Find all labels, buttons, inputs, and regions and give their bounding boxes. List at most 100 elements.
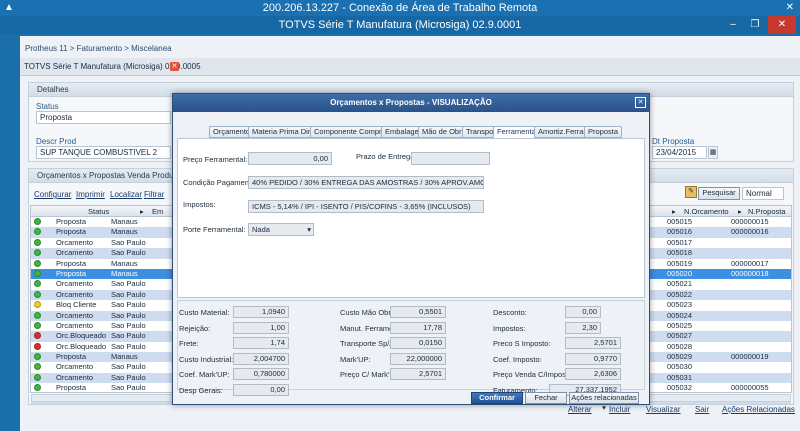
cell-n-orcamento: 005018 <box>667 248 693 258</box>
porte-value: Nada <box>252 225 270 234</box>
total-label: Custo Material: <box>179 308 230 317</box>
imprimir-link[interactable]: Imprimir <box>76 190 105 199</box>
prazo-entrega-field[interactable] <box>411 152 490 165</box>
col-n-orcamento[interactable]: N.Orcamento <box>684 207 729 216</box>
total-label: Custo Industrial: <box>179 354 234 364</box>
pin-icon[interactable]: ▲ <box>4 0 14 16</box>
total-label: Frete: <box>179 339 199 348</box>
search-options-icon[interactable]: ✎ <box>685 186 697 198</box>
cell-em: Sao Paulo <box>111 279 146 289</box>
alterar-link[interactable]: Alterar <box>568 405 592 414</box>
status-dot-icon <box>34 321 41 329</box>
total-label: Coef. Imposto: <box>493 354 542 364</box>
total-value[interactable]: 2,5701 <box>565 337 621 349</box>
impostos-field[interactable]: ICMS - 5,14% / IPI - ISENTO / PIS/COFINS… <box>248 200 484 213</box>
total-label: Desp Gerais: <box>179 385 223 395</box>
cell-em: Sao Paulo <box>111 289 146 299</box>
condicao-field[interactable]: 40% PEDIDO / 30% ENTREGA DAS AMOSTRAS / … <box>248 176 484 189</box>
status-dot-icon <box>34 228 41 236</box>
tab-proposta[interactable]: Proposta <box>584 126 623 138</box>
remote-desktop-bar: 200.206.13.227 - Conexão de Área de Trab… <box>0 0 800 16</box>
sair-link[interactable]: Sair <box>695 405 709 414</box>
visualizar-link[interactable]: Visualizar <box>646 405 681 414</box>
cell-n-proposta: 000000017 <box>731 258 769 268</box>
modal-close-icon[interactable]: ✕ <box>635 97 646 108</box>
total-value[interactable]: 0,9770 <box>565 352 621 365</box>
cell-n-orcamento: 005024 <box>667 310 693 320</box>
cell-n-orcamento: 005031 <box>667 372 693 382</box>
cell-em: Sao Paulo <box>111 372 146 382</box>
preco-ferramental-label: Preço Ferramental: <box>183 155 248 164</box>
cell-n-orcamento: 005029 <box>667 352 693 362</box>
status-dot-icon <box>34 363 41 371</box>
search-mode-select[interactable]: Normal <box>742 187 784 200</box>
col-em[interactable]: Em <box>152 207 163 216</box>
acoes-label: Ações relacionadas <box>571 393 637 402</box>
col-sort-icon[interactable]: ▸ <box>140 207 144 216</box>
cell-status: Proposta <box>56 227 87 237</box>
breadcrumb: Protheus 11 > Faturamento > Miscelanea <box>25 44 172 53</box>
minimize-icon[interactable]: – <box>722 16 744 34</box>
cell-em: Manaus <box>111 352 138 362</box>
col-orc-sort-icon[interactable]: ▸ <box>672 207 676 216</box>
status-dot-icon <box>34 238 41 246</box>
total-value[interactable]: 2,30 <box>565 321 601 334</box>
total-value[interactable]: 2,6306 <box>565 368 621 380</box>
cell-em: Manaus <box>111 268 138 278</box>
cell-n-proposta: 000000019 <box>731 352 769 362</box>
col-status[interactable]: Status <box>88 207 109 216</box>
cell-n-orcamento: 005032 <box>667 383 693 393</box>
porte-select[interactable]: Nada ▾ <box>248 223 314 236</box>
total-value[interactable]: 1,0940 <box>233 306 289 318</box>
total-label: Preco S Imposto: <box>493 339 551 348</box>
incluir-link[interactable]: Incluir <box>609 405 630 414</box>
total-value[interactable]: 0,00 <box>233 383 289 396</box>
localizar-link[interactable]: Localizar <box>110 190 142 199</box>
maximize-icon[interactable]: ❐ <box>744 16 766 34</box>
descr-field[interactable]: SUP TANQUE COMBUSTIVEL 2 <box>36 146 171 159</box>
filtrar-link[interactable]: Filtrar <box>144 190 164 199</box>
cell-status: Orcamento <box>56 320 94 330</box>
cell-em: Sao Paulo <box>111 310 146 320</box>
configurar-link[interactable]: Configurar <box>34 190 71 199</box>
remote-title: 200.206.13.227 - Conexão de Área de Trab… <box>262 2 538 14</box>
total-value[interactable]: 1,00 <box>233 321 289 334</box>
preco-ferramental-field[interactable]: 0,00 <box>248 152 332 165</box>
total-value[interactable]: 0,780000 <box>233 368 289 380</box>
porte-label: Porte Ferramental: <box>183 225 246 234</box>
status-dot-icon <box>34 373 41 381</box>
acoes-relacionadas-link[interactable]: Ações Relacionadas <box>722 405 795 414</box>
confirmar-button[interactable]: Confirmar <box>471 392 523 404</box>
total-value[interactable]: 17,78 <box>390 321 446 334</box>
pesquisar-button[interactable]: Pesquisar <box>698 187 740 200</box>
tab-close-icon[interactable]: ✕ <box>170 62 179 71</box>
acoes-relacionadas-button[interactable]: Ações relacionadas ▾ <box>569 392 639 412</box>
rdp-close-icon[interactable]: ✕ <box>786 0 794 16</box>
total-value[interactable]: 1,74 <box>233 337 289 349</box>
col-n-proposta[interactable]: N.Proposta <box>748 207 786 216</box>
cell-n-orcamento: 005021 <box>667 279 693 289</box>
status-dot-icon <box>34 249 41 257</box>
descr-label: Descr Prod <box>36 137 77 146</box>
status-dot-icon <box>34 384 41 392</box>
total-value[interactable]: 2,004700 <box>233 352 289 365</box>
total-value[interactable]: 0,0150 <box>390 337 446 349</box>
col-prop-sort-icon[interactable]: ▸ <box>738 207 742 216</box>
total-value[interactable]: 2,5701 <box>390 368 446 380</box>
fechar-button[interactable]: Fechar <box>525 392 567 404</box>
ferramental-modal: Orçamentos x Propostas - VISUALIZAÇÃO ✕ … <box>172 93 650 412</box>
status-dot-icon <box>34 311 41 319</box>
status-dot-icon <box>34 280 41 288</box>
total-value[interactable]: 0,00 <box>565 306 601 318</box>
status-dot-icon <box>34 269 41 277</box>
cell-em: Manaus <box>111 217 138 226</box>
total-value[interactable]: 22,000000 <box>390 352 446 365</box>
status-field[interactable]: Proposta <box>36 111 171 124</box>
status-label: Status <box>36 102 59 111</box>
window-close-icon[interactable]: ✕ <box>768 16 796 34</box>
dt-proposta-field[interactable]: 23/04/2015 <box>652 146 707 159</box>
cell-status: Proposta <box>56 352 87 362</box>
calendar-icon[interactable]: ▦ <box>708 146 718 159</box>
cell-n-orcamento: 005016 <box>667 227 693 237</box>
total-value[interactable]: 0,5501 <box>390 306 446 318</box>
